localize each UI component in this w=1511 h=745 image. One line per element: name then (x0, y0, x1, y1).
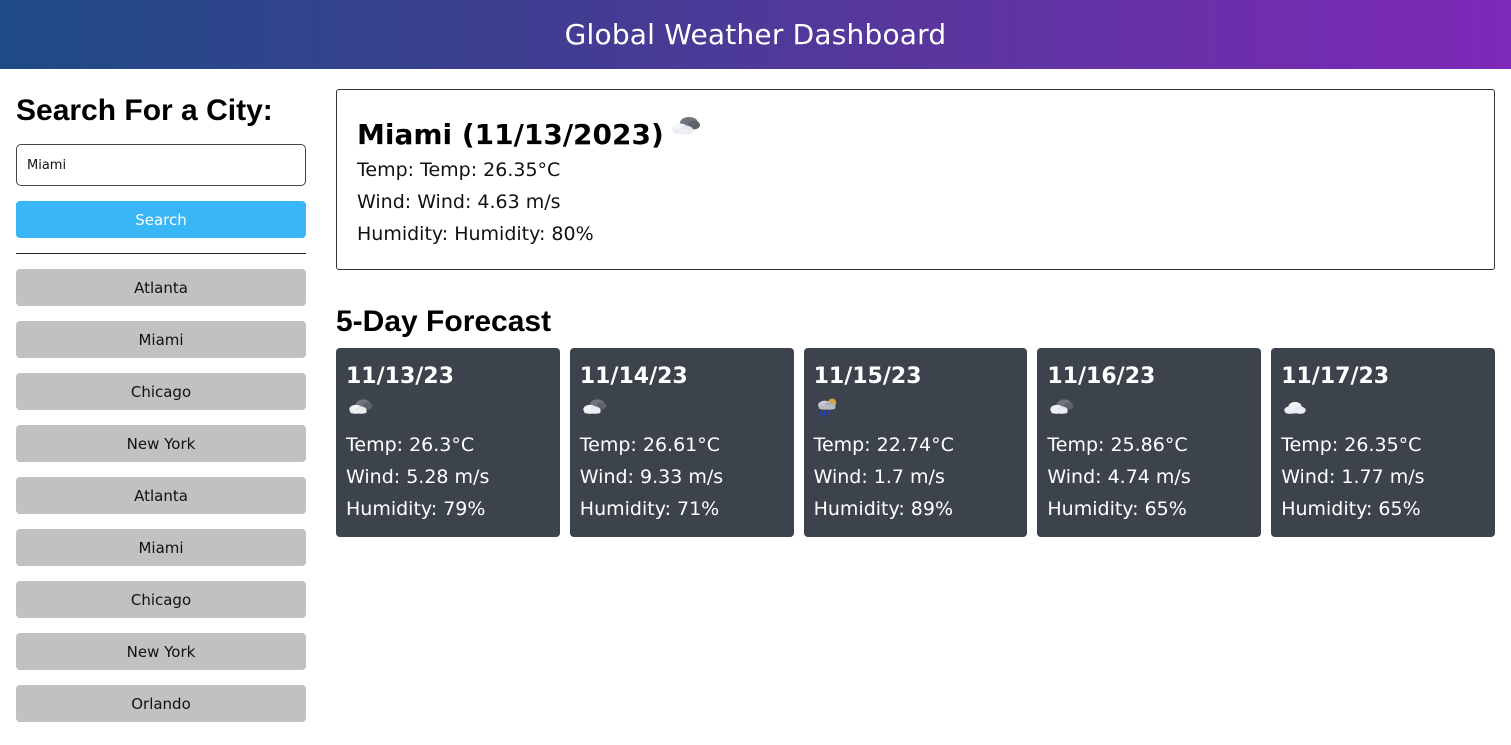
rain-icon (814, 395, 842, 417)
history-item-button[interactable]: Miami (16, 321, 306, 358)
forecast-heading: 5-Day Forecast (336, 305, 552, 338)
overcast-clouds-icon (1281, 395, 1309, 417)
forecast-wind: Wind: 1.7 m/s (813, 466, 945, 488)
current-weather-panel: Miami (11/13/2023) Temp: Temp: 26.35°C W… (336, 89, 1495, 270)
forecast-humidity: Humidity: 65% (1281, 498, 1421, 520)
forecast-temp: Temp: 25.86°C (1047, 434, 1188, 456)
forecast-wind: Wind: 5.28 m/s (346, 466, 490, 488)
broken-clouds-icon (580, 395, 608, 417)
forecast-card: 11/17/23 Temp: 26.35°C Wind: 1.77 m/s Hu… (1271, 348, 1495, 537)
history-item-button[interactable]: Miami (16, 529, 306, 566)
forecast-humidity: Humidity: 65% (1047, 498, 1187, 520)
forecast-temp: Temp: 26.3°C (346, 434, 475, 456)
history-item-button[interactable]: Atlanta (16, 269, 306, 306)
current-humidity: Humidity: Humidity: 80% (357, 223, 594, 245)
forecast-date: 11/17/23 (1281, 364, 1390, 389)
search-heading: Search For a City: (16, 94, 273, 127)
history-item-button[interactable]: New York (16, 425, 306, 462)
forecast-date: 11/13/23 (346, 364, 454, 389)
forecast-card: 11/14/23 Temp: 26.61°C Wind: 9.33 m/s Hu… (569, 348, 794, 537)
history-item-button[interactable]: Chicago (16, 581, 306, 618)
current-wind: Wind: Wind: 4.63 m/s (357, 191, 561, 213)
forecast-humidity: Humidity: 89% (813, 498, 954, 520)
forecast-humidity: Humidity: 71% (579, 498, 720, 520)
forecast-temp: Temp: 22.74°C (813, 434, 954, 456)
forecast-temp: Temp: 26.61°C (579, 434, 721, 456)
history-item-button[interactable]: Atlanta (16, 477, 306, 514)
forecast-date: 11/14/23 (579, 364, 688, 389)
header-bar: Global Weather Dashboard (0, 0, 1511, 69)
broken-clouds-icon (1047, 395, 1075, 417)
current-city-date: Miami (11/13/2023) (357, 118, 664, 151)
forecast-wind: Wind: 1.77 m/s (1281, 466, 1425, 488)
sidebar: Search For a City: Search Atlanta Miami … (16, 69, 306, 737)
search-history-list: Atlanta Miami Chicago New York Atlanta M… (16, 269, 306, 722)
current-weather-heading: Miami (11/13/2023) (357, 116, 1474, 154)
forecast-card: 11/13/23 Temp: 26.3°C Wind: 5.28 m/s Hum… (336, 348, 560, 537)
forecast-temp: Temp: 26.35°C (1281, 434, 1422, 456)
forecast-wind: Wind: 9.33 m/s (579, 466, 724, 488)
broken-clouds-icon (346, 395, 374, 417)
forecast-cards: 11/13/23 Temp: 26.3°C Wind: 5.28 m/s Hum… (336, 348, 1495, 537)
sidebar-divider (16, 253, 306, 254)
forecast-humidity: Humidity: 79% (346, 498, 486, 520)
city-search-input[interactable] (16, 144, 306, 186)
history-item-button[interactable]: Orlando (16, 685, 306, 722)
forecast-date: 11/16/23 (1047, 364, 1156, 389)
history-item-button[interactable]: New York (16, 633, 306, 670)
app-title: Global Weather Dashboard (564, 18, 947, 51)
forecast-date: 11/15/23 (813, 364, 922, 389)
forecast-wind: Wind: 4.74 m/s (1047, 466, 1191, 488)
current-temp: Temp: Temp: 26.35°C (357, 159, 561, 181)
broken-clouds-icon (668, 110, 702, 136)
forecast-card: 11/15/23 Temp: 22.74°C Wind: 1.7 m/s Hum… (803, 348, 1028, 537)
search-button[interactable]: Search (16, 201, 306, 238)
forecast-card: 11/16/23 Temp: 25.86°C Wind: 4.74 m/s Hu… (1037, 348, 1262, 537)
history-item-button[interactable]: Chicago (16, 373, 306, 410)
